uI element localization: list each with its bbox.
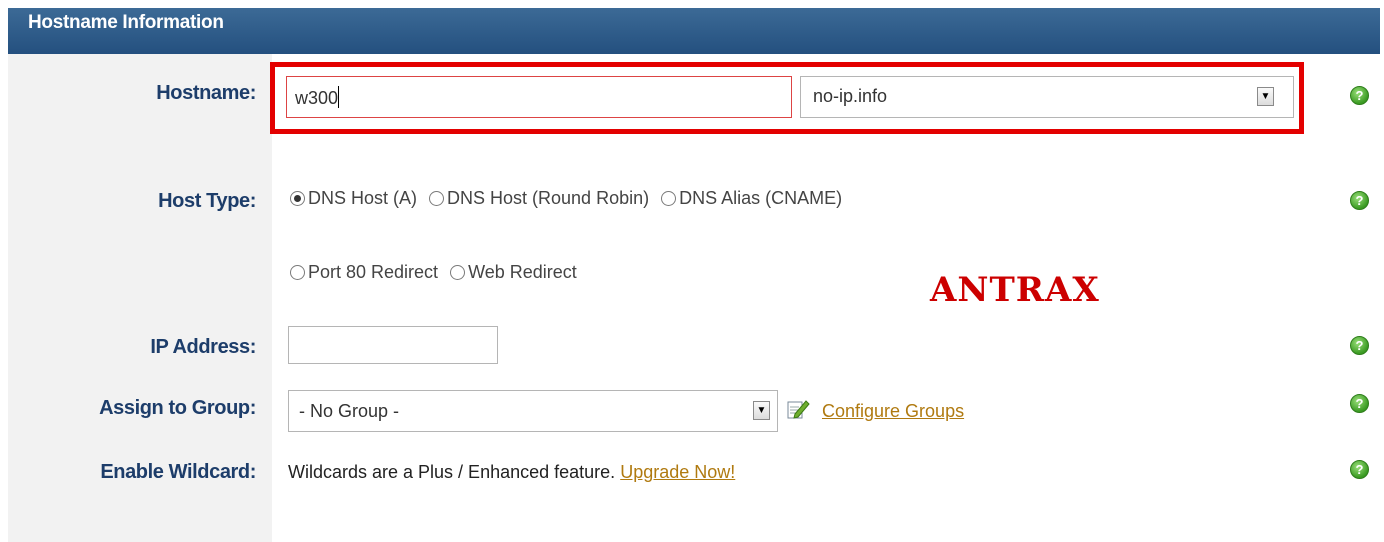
ip-address-input[interactable] <box>288 326 498 364</box>
radio-icon[interactable] <box>290 191 305 206</box>
radio-dns-host-a[interactable]: DNS Host (A) <box>290 188 417 209</box>
host-type-label: Host Type: <box>158 190 256 212</box>
help-icon[interactable]: ? <box>1350 336 1369 355</box>
upgrade-now-link[interactable]: Upgrade Now! <box>620 462 735 482</box>
host-type-options-row1: DNS Host (A) DNS Host (Round Robin) DNS … <box>290 188 842 209</box>
help-icon[interactable]: ? <box>1350 191 1369 210</box>
host-type-options-row2: Port 80 Redirect Web Redirect <box>290 262 577 283</box>
enable-wildcard-label: Enable Wildcard: <box>100 461 256 483</box>
radio-icon[interactable] <box>450 265 466 280</box>
chevron-down-icon[interactable]: ▼ <box>1257 87 1274 106</box>
help-icon[interactable]: ? <box>1350 86 1369 105</box>
radio-dns-round-robin[interactable]: DNS Host (Round Robin) <box>429 188 649 209</box>
help-icon[interactable]: ? <box>1350 460 1369 479</box>
hostname-label: Hostname: <box>156 82 256 104</box>
domain-select[interactable]: no-ip.info ▼ <box>800 76 1294 118</box>
edit-icon[interactable] <box>786 398 810 420</box>
chevron-down-icon[interactable]: ▼ <box>753 401 770 420</box>
radio-icon[interactable] <box>661 191 677 206</box>
radio-web-redirect[interactable]: Web Redirect <box>450 262 577 283</box>
ip-address-label: IP Address: <box>150 336 256 358</box>
domain-select-value: no-ip.info <box>813 86 888 106</box>
wildcard-text-row: Wildcards are a Plus / Enhanced feature.… <box>288 462 735 483</box>
radio-icon[interactable] <box>429 191 445 206</box>
assign-group-label: Assign to Group: <box>99 397 256 419</box>
group-select[interactable]: - No Group - ▼ <box>288 390 778 432</box>
help-icon[interactable]: ? <box>1350 394 1369 413</box>
radio-port-80-redirect[interactable]: Port 80 Redirect <box>290 262 438 283</box>
wildcard-info-text: Wildcards are a Plus / Enhanced feature. <box>288 462 616 482</box>
group-select-value: - No Group - <box>299 401 400 421</box>
configure-groups-link[interactable]: Configure Groups <box>822 401 964 422</box>
radio-dns-alias-cname[interactable]: DNS Alias (CNAME) <box>661 188 842 209</box>
section-title: Hostname Information <box>28 12 224 33</box>
watermark-text: ANTRAX <box>930 270 1100 310</box>
radio-icon[interactable] <box>290 265 305 280</box>
hostname-input[interactable]: w300 <box>286 76 792 118</box>
